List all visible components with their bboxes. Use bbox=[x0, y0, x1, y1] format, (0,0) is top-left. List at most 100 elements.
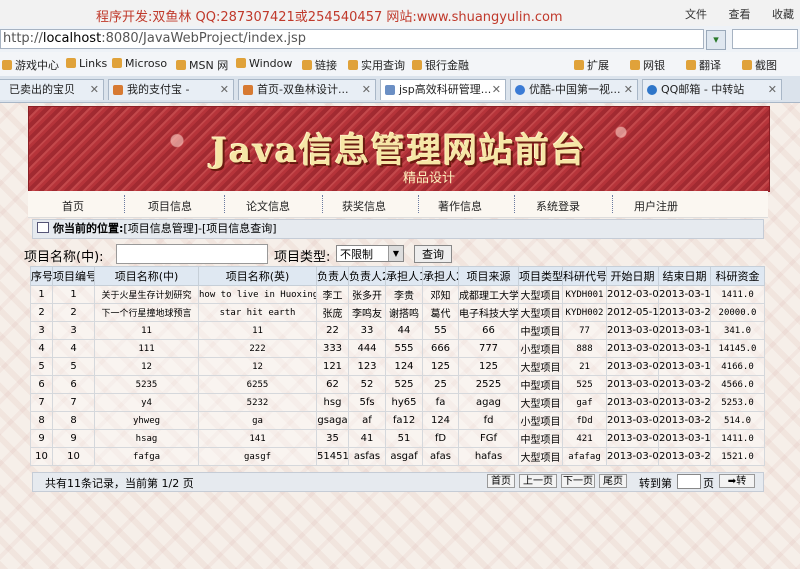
first-page-button[interactable]: 首页 bbox=[487, 474, 515, 488]
table-cell: 7 bbox=[52, 393, 95, 412]
fav-query[interactable]: 实用查询 bbox=[348, 57, 405, 73]
nav-divider bbox=[612, 195, 614, 213]
fav-ebank[interactable]: 网银 bbox=[630, 57, 665, 73]
column-header: 负责人1 bbox=[316, 266, 349, 286]
table-cell: 中型项目 bbox=[518, 429, 563, 448]
table-cell: 8 bbox=[30, 411, 53, 430]
table-cell: 222 bbox=[198, 339, 317, 358]
column-header: 科研代号 bbox=[562, 266, 607, 286]
table-row[interactable]: 8 8 yhweg ga gsaga af fa12 124 fd 小型项目 fDd 2013-03-… bbox=[30, 411, 765, 430]
table-cell: 6255 bbox=[198, 375, 317, 394]
url-path: :8080/JavaWebProject/index.jsp bbox=[101, 31, 307, 46]
table-cell: 下一个行星撞地球预言 bbox=[94, 303, 199, 322]
fav-translate[interactable]: 翻译 bbox=[686, 57, 721, 73]
table-row[interactable]: 2 2 下一个行星撞地球预言 star hit earth 张庞 李鸣友 谢搭鸣 葛代 电子科技… bbox=[30, 303, 765, 322]
table-row[interactable]: 551212121123124125125大型项目212013-03-05201… bbox=[30, 357, 765, 376]
table-cell: fa12 bbox=[385, 411, 423, 430]
nav-home[interactable]: 首页 bbox=[62, 198, 84, 214]
nav-papers[interactable]: 论文信息 bbox=[246, 198, 290, 214]
table-cell: 2 bbox=[52, 303, 95, 322]
table-row[interactable]: 10 10 fafga gasgf 51451 asfas asgaf afas hafas 大型… bbox=[30, 447, 765, 466]
table-cell: star hit earth bbox=[198, 303, 317, 322]
menu-view[interactable]: 查看 bbox=[729, 8, 751, 21]
close-icon[interactable]: ✕ bbox=[90, 80, 99, 100]
table-cell: 14145.0 bbox=[710, 339, 765, 358]
fav-msn[interactable]: MSN 网 bbox=[176, 57, 228, 73]
fav-extension[interactable]: 扩展 bbox=[574, 57, 609, 73]
nav-works[interactable]: 著作信息 bbox=[438, 198, 482, 214]
table-row[interactable]: 66523562556252525252525中型项目5252013-03-05… bbox=[30, 375, 765, 394]
table-cell: 电子科技大学 bbox=[458, 303, 519, 322]
project-type-select[interactable]: 不限制 ▼ bbox=[336, 245, 404, 262]
folder-icon bbox=[302, 60, 312, 70]
fav-screenshot[interactable]: 截图 bbox=[742, 57, 777, 73]
close-icon[interactable]: ✕ bbox=[624, 80, 633, 100]
table-cell: asfas bbox=[348, 447, 386, 466]
url-field[interactable]: http://localhost:8080/JavaWebProject/ind… bbox=[0, 29, 704, 49]
table-cell: 中型项目 bbox=[518, 321, 563, 340]
nav-register[interactable]: 用户注册 bbox=[634, 198, 678, 214]
prev-page-button[interactable]: 上一页 bbox=[519, 474, 557, 488]
query-button[interactable]: 查询 bbox=[414, 245, 452, 263]
project-name-label: 项目名称(中): bbox=[24, 250, 104, 265]
table-cell: 4 bbox=[30, 339, 53, 358]
fav-links-cn[interactable]: 链接 bbox=[302, 57, 337, 73]
window-icon bbox=[37, 222, 49, 233]
table-row[interactable]: 3311112233445566中型项目772013-03-052013-03-… bbox=[30, 321, 765, 340]
close-icon[interactable]: ✕ bbox=[492, 80, 501, 100]
table-cell: 大型项目 bbox=[518, 357, 563, 376]
project-name-input[interactable] bbox=[116, 244, 268, 264]
translate-icon bbox=[686, 60, 696, 70]
chevron-down-icon[interactable]: ▼ bbox=[388, 246, 403, 261]
close-icon[interactable]: ✕ bbox=[362, 80, 371, 100]
last-page-button[interactable]: 尾页 bbox=[599, 474, 627, 488]
next-page-button[interactable]: 下一页 bbox=[561, 474, 595, 488]
table-cell: 2013-03-05 bbox=[606, 393, 659, 412]
nav-projects[interactable]: 项目信息 bbox=[148, 198, 192, 214]
table-row[interactable]: 1 1 关于火星生存计划研究 how to live in Huoxing 李工 张多开李… bbox=[30, 285, 765, 304]
tab-youku[interactable]: 优酷-中国第一视... ✕ bbox=[510, 79, 638, 100]
fav-game-center[interactable]: 游戏中心 bbox=[2, 57, 59, 73]
bank-icon bbox=[630, 60, 640, 70]
nav-login[interactable]: 系统登录 bbox=[536, 198, 580, 214]
fav-label: 链接 bbox=[315, 59, 337, 72]
table-cell: 51 bbox=[385, 429, 423, 448]
fav-label: 翻译 bbox=[699, 59, 721, 72]
fav-microsoft[interactable]: Microso bbox=[112, 57, 167, 70]
tab-qqmail[interactable]: QQ邮箱 - 中转站 ✕ bbox=[642, 79, 782, 100]
table-row[interactable]: 7 7 y4 5232 hsg 5fs hy65 fa agag 大型项目 gaf 2013-03-0… bbox=[30, 393, 765, 412]
nav-awards[interactable]: 获奖信息 bbox=[342, 198, 386, 214]
table-cell: 2012-05-16 bbox=[606, 303, 659, 322]
column-header: 项目类型 bbox=[518, 266, 563, 286]
fav-links[interactable]: Links bbox=[66, 57, 107, 70]
close-icon[interactable]: ✕ bbox=[768, 80, 777, 100]
table-cell: 111 bbox=[94, 339, 199, 358]
tab-alipay[interactable]: 我的支付宝 - ✕ bbox=[108, 79, 234, 100]
menu-file[interactable]: 文件 bbox=[685, 8, 707, 21]
go-arrow-icon[interactable]: ▾ bbox=[706, 30, 726, 50]
table-cell: gasgf bbox=[198, 447, 317, 466]
tab-label: 已卖出的宝贝 bbox=[9, 83, 75, 96]
fav-label: MSN 网 bbox=[189, 59, 229, 72]
menu-favorites[interactable]: 收藏 bbox=[772, 8, 794, 21]
fav-label: Window bbox=[249, 57, 293, 70]
table-row[interactable]: 99hsag141354151fDFGf中型项目4212013-03-01201… bbox=[30, 429, 765, 448]
browser-search-input[interactable] bbox=[732, 29, 798, 49]
fav-windows[interactable]: Window bbox=[236, 57, 292, 70]
tab-label: QQ邮箱 - 中转站 bbox=[661, 83, 745, 96]
table-cell: 77 bbox=[562, 321, 607, 340]
nav-divider bbox=[124, 195, 126, 213]
table-cell: afafag bbox=[562, 447, 607, 466]
table-row[interactable]: 44111222333444555666777小型项目8882013-03-05… bbox=[30, 339, 765, 358]
tab-sold-items[interactable]: 已卖出的宝贝 ✕ bbox=[0, 79, 104, 100]
fav-bank[interactable]: 银行金融 bbox=[412, 57, 469, 73]
column-header: 序号 bbox=[30, 266, 53, 286]
goto-page-input[interactable] bbox=[677, 474, 701, 489]
tab-home[interactable]: 首页-双鱼林设计... ✕ bbox=[238, 79, 376, 100]
extension-icon bbox=[574, 60, 584, 70]
table-cell: 5 bbox=[52, 357, 95, 376]
tab-jsp-project[interactable]: jsp高效科研管理... ✕ bbox=[380, 79, 506, 100]
close-icon[interactable]: ✕ bbox=[220, 80, 229, 100]
goto-button[interactable]: ➡转 bbox=[719, 474, 755, 488]
table-cell: 2013-03-20 bbox=[658, 393, 711, 412]
